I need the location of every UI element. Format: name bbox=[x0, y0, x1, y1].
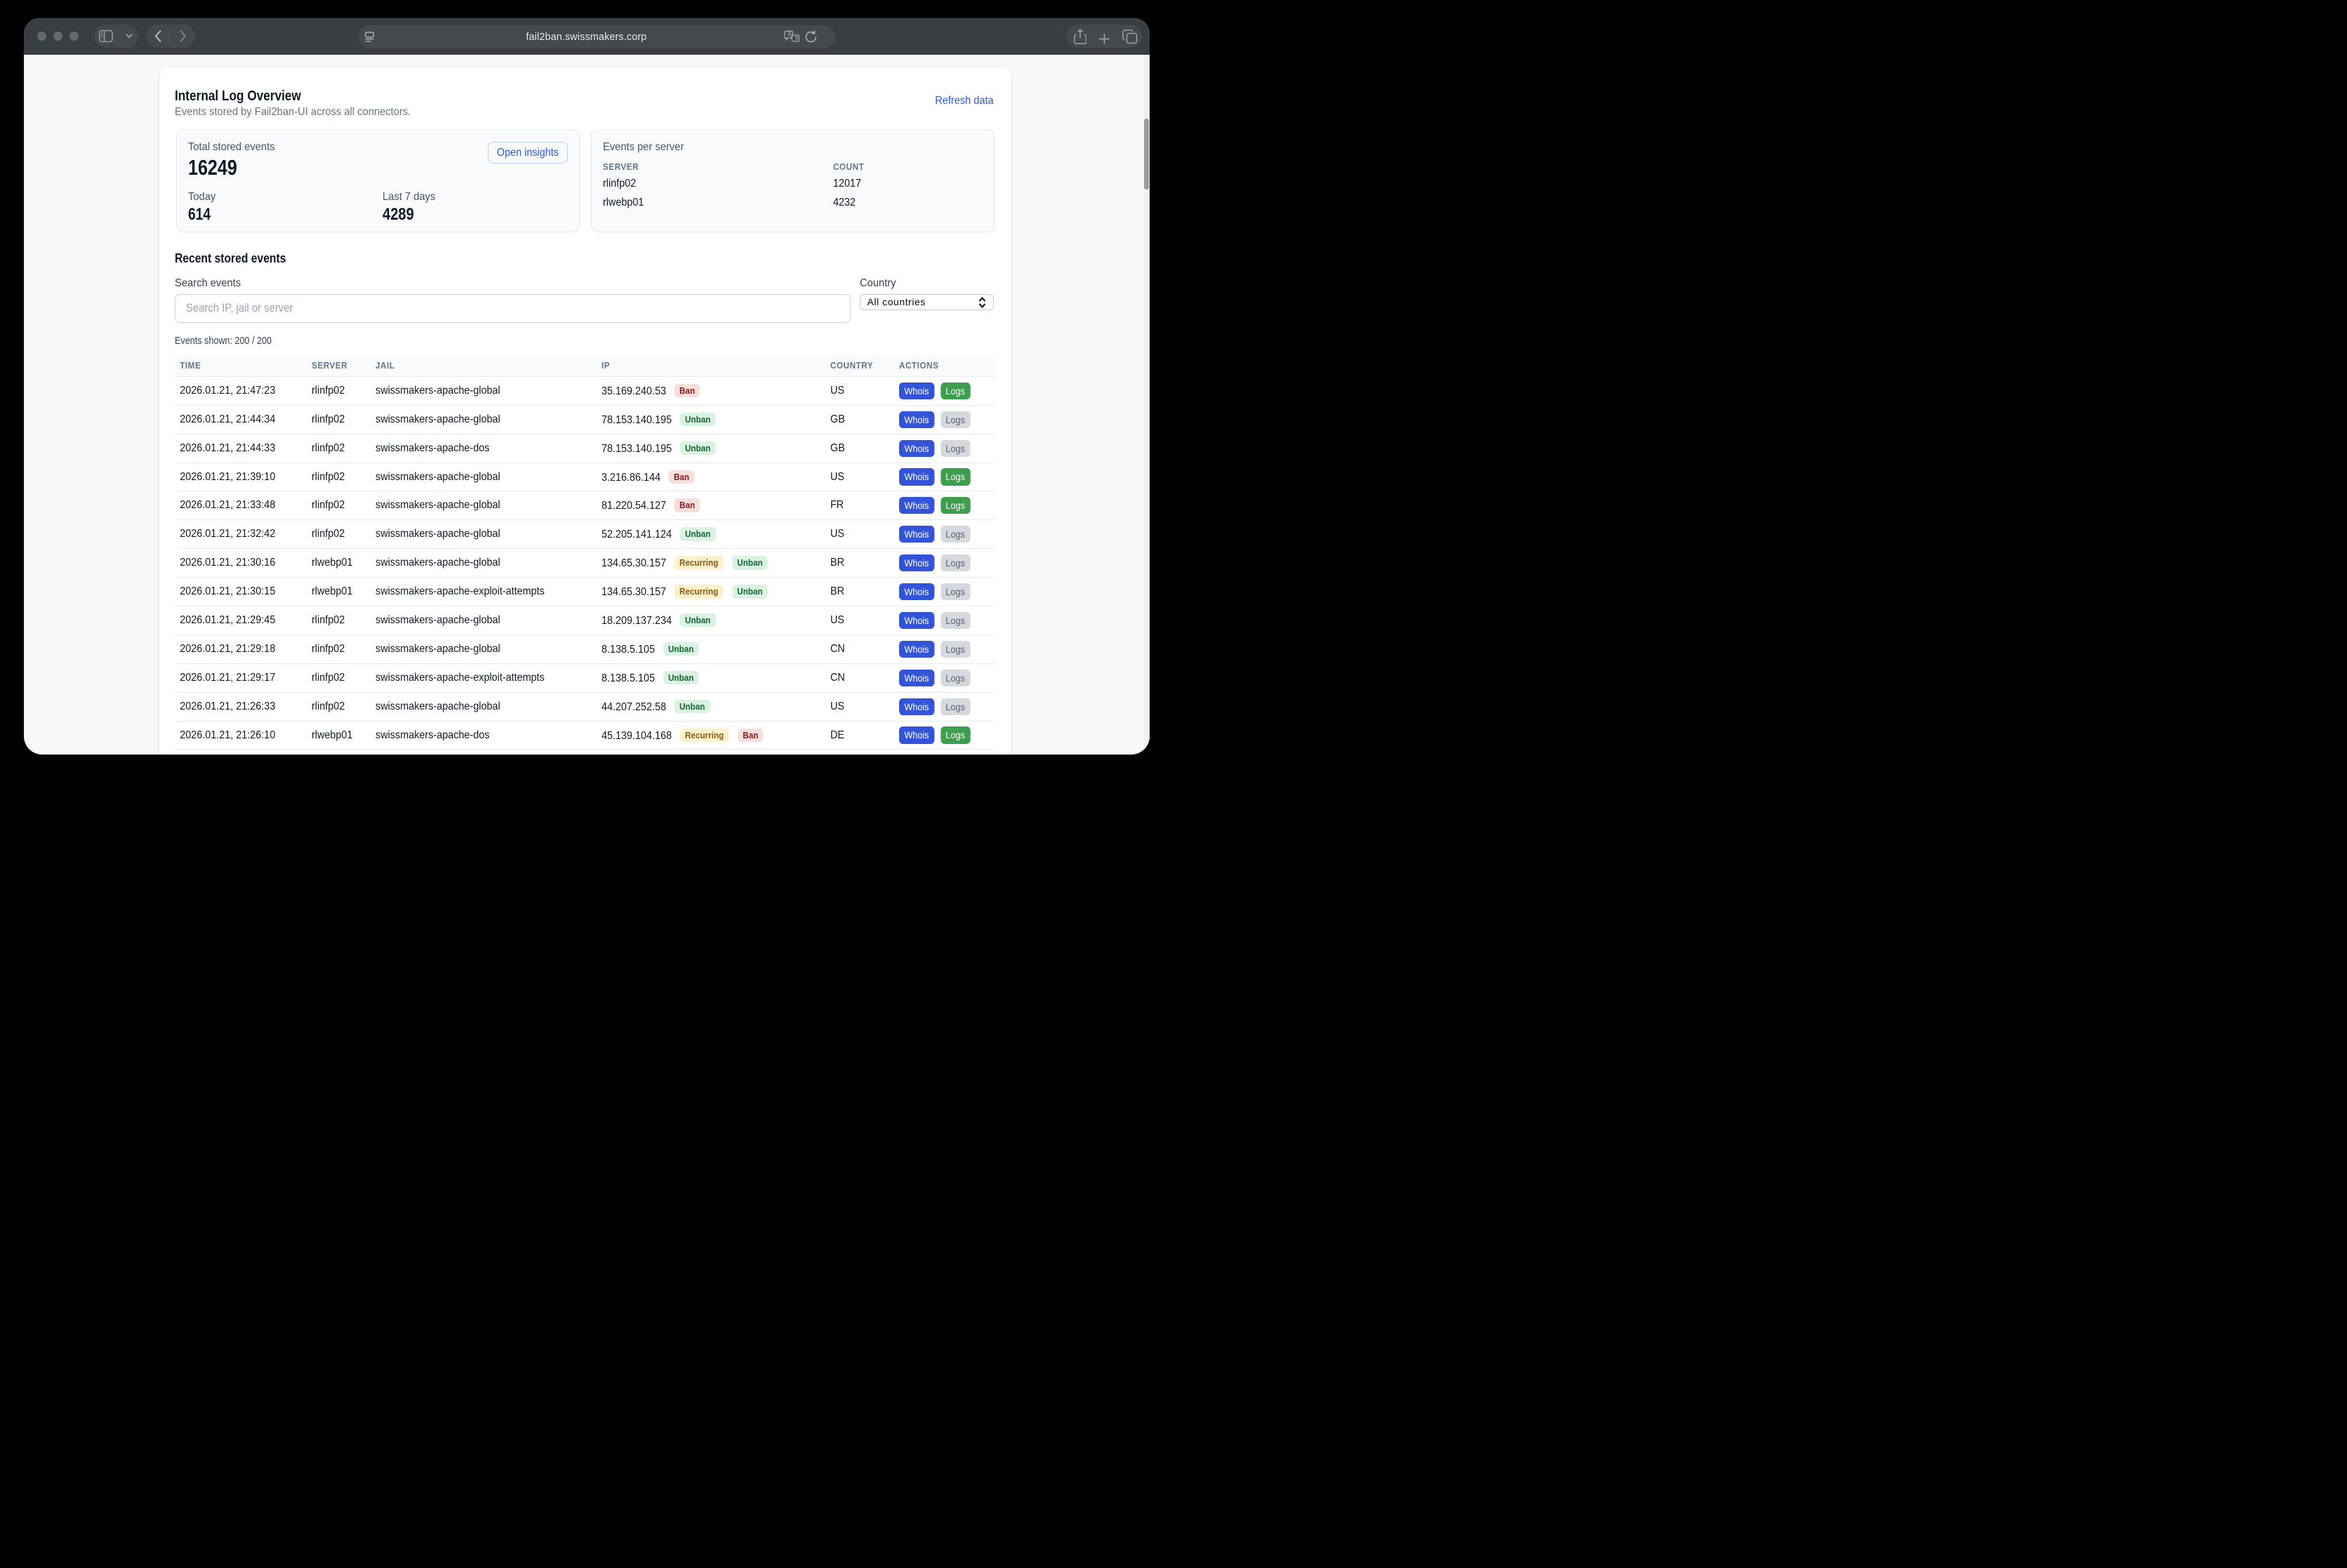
svg-text:A: A bbox=[787, 31, 792, 38]
svg-text:文: 文 bbox=[794, 34, 799, 41]
